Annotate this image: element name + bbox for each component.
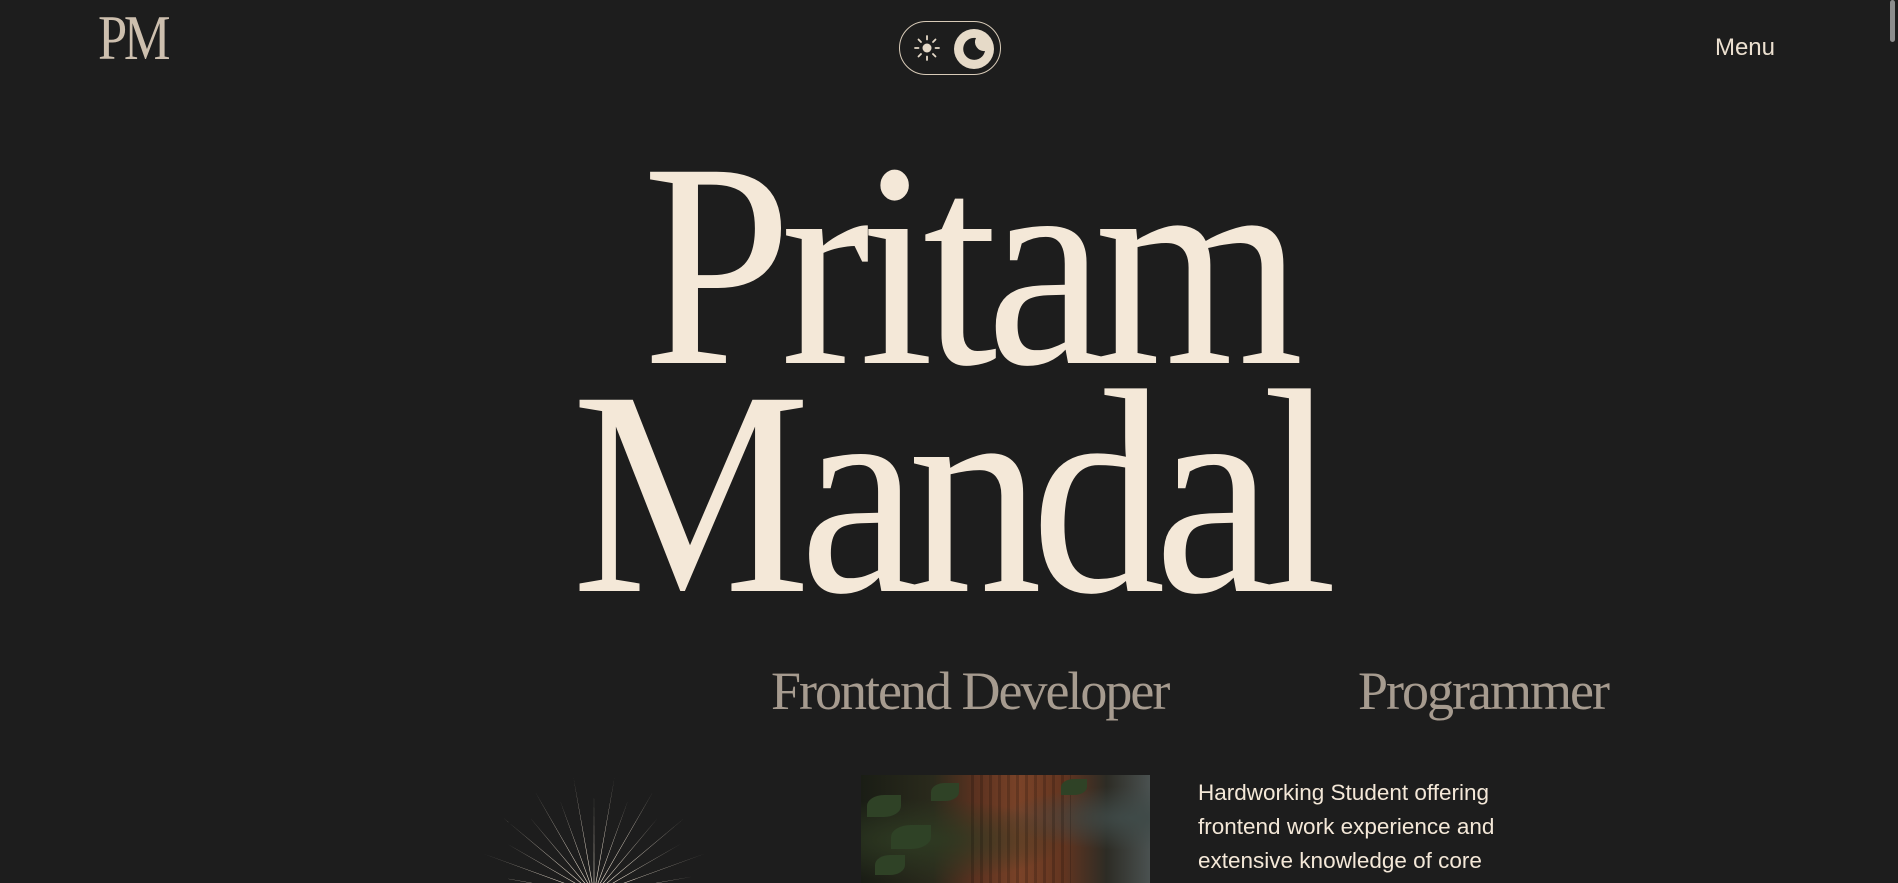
menu-button[interactable]: Menu [1715,34,1775,62]
site-logo[interactable]: PM [98,6,171,70]
photo-leaf [875,855,905,875]
photo-leaf [1061,779,1087,795]
sunburst-ray [495,876,533,883]
hero-name: Pritam Mandal [0,120,1898,655]
scrollbar-thumb[interactable] [1890,0,1895,42]
photo-leaf [891,825,931,849]
sunburst-ray [593,794,595,883]
sunburst-ray [529,817,586,883]
theme-toggle[interactable] [899,21,1001,75]
sunburst-ray [483,853,565,883]
role-programmer: Programmer [1358,661,1610,721]
sunburst-ray [507,844,576,883]
sunburst-ray [573,777,593,883]
intro-text: Hardworking Student offering frontend wo… [1198,780,1495,873]
hero-last-name: Mandal [571,332,1337,655]
moon-icon [954,29,994,69]
sunburst-ray [503,818,582,883]
interior-plant-photo [861,775,1150,883]
sun-icon [914,35,940,61]
sunburst-ray [606,818,685,883]
sunburst-icon [483,777,705,883]
photo-leaf [867,795,901,817]
sunburst-ray [595,777,615,883]
sunburst-ray [559,800,591,883]
photo-wood-slats [971,775,1071,883]
sunburst-ray [612,844,681,883]
photo-leaf [931,783,959,801]
sunburst-ray [597,800,629,883]
sunburst-ray [623,853,705,883]
sunburst-ray [602,817,659,883]
sunburst-ray [655,876,693,883]
role-frontend-developer: Frontend Developer [771,661,1170,721]
